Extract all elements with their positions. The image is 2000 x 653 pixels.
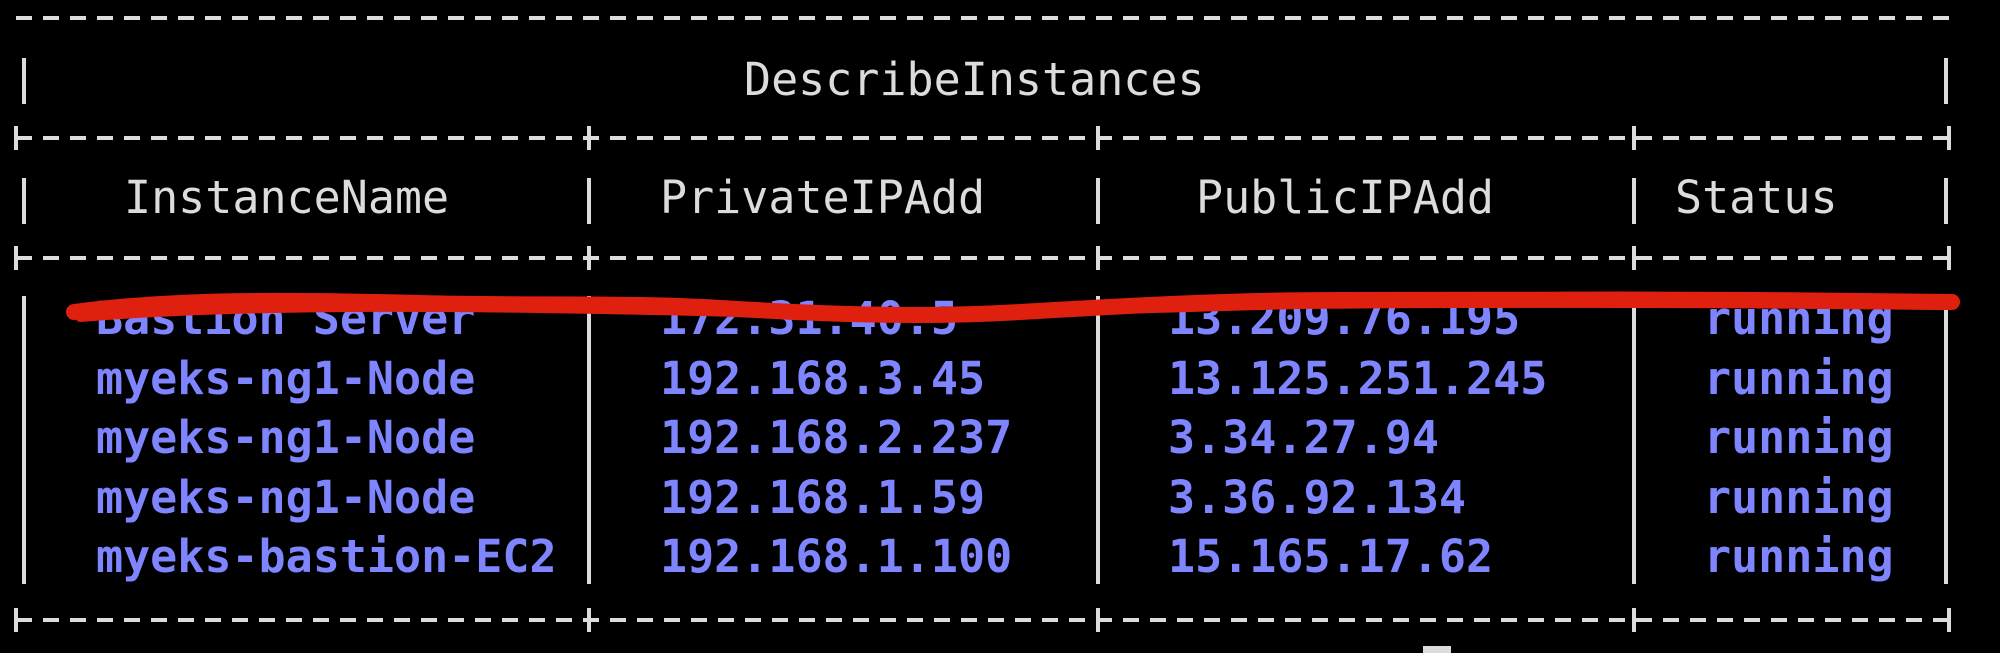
redaction-stroke <box>66 291 1960 323</box>
terminal-cursor <box>1423 646 1451 653</box>
terminal-window: DescribeInstances InstanceName PrivateIP… <box>0 0 2000 653</box>
